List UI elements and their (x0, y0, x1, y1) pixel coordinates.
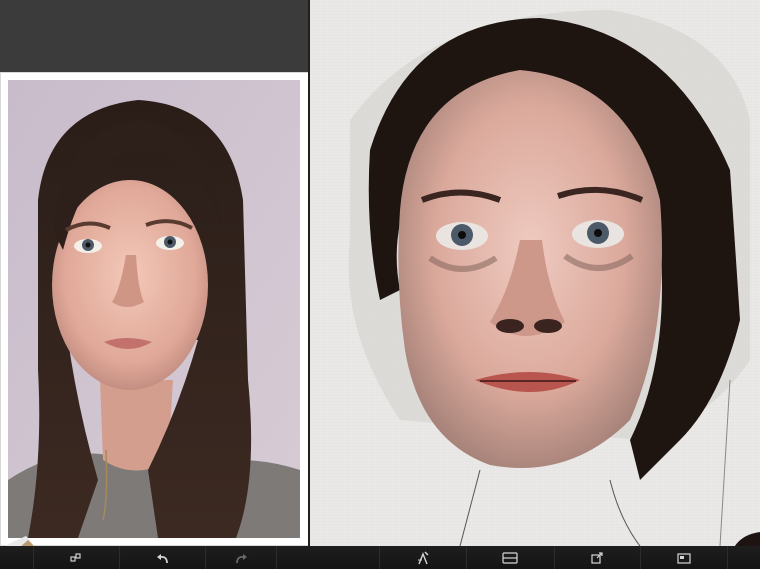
painting-canvas[interactable] (310, 0, 760, 546)
redo-button[interactable] (206, 546, 277, 569)
swap-icon (70, 552, 82, 562)
reference-photo[interactable] (8, 80, 300, 538)
undo-icon (156, 553, 168, 563)
brush-settings-icon (417, 551, 429, 564)
painting-app (0, 0, 760, 569)
bottom-toolbar (0, 546, 760, 569)
toolbar-gap (277, 546, 381, 569)
brush-settings-button[interactable] (380, 546, 467, 569)
share-icon (591, 551, 604, 564)
layers-icon (502, 551, 518, 564)
gallery-button[interactable] (641, 546, 729, 569)
swap-button[interactable] (34, 546, 121, 569)
reference-panel-header (0, 0, 308, 72)
painted-portrait-drawing (348, 10, 750, 546)
toolbar-spacer-right (728, 546, 760, 569)
reference-portrait-drawing (8, 80, 300, 538)
redo-icon (235, 553, 247, 563)
gallery-icon (677, 552, 691, 564)
undo-button[interactable] (120, 546, 206, 569)
toolbar-spacer (0, 546, 34, 569)
share-button[interactable] (555, 546, 641, 569)
layers-button[interactable] (467, 546, 556, 569)
